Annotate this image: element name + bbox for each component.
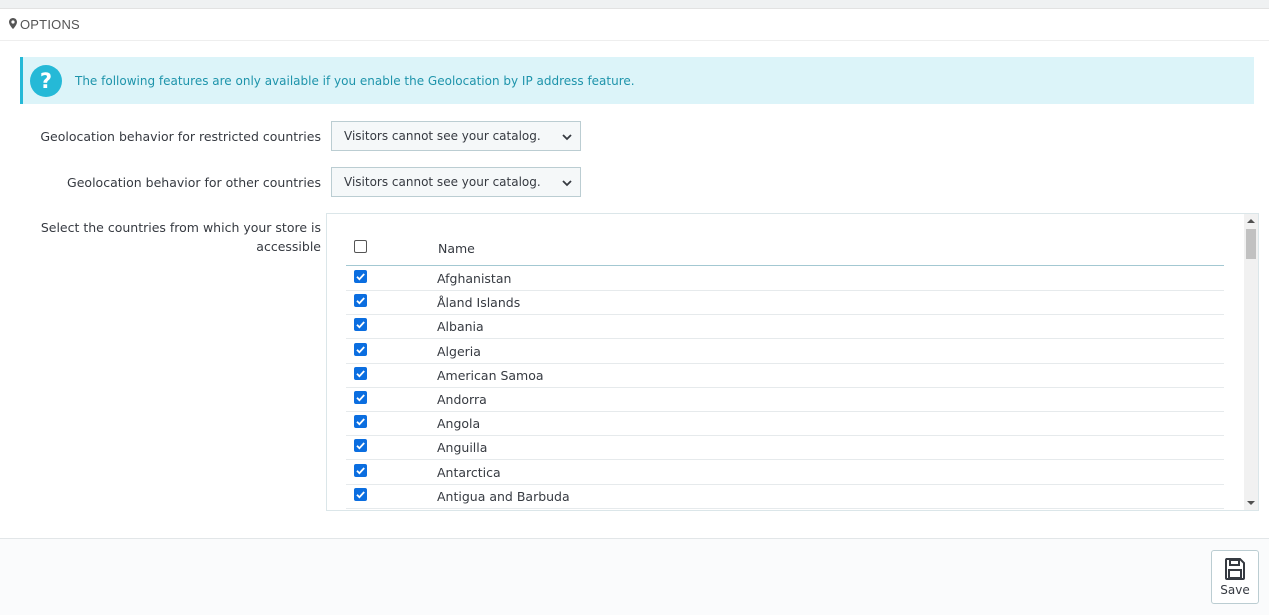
country-checkbox[interactable] <box>354 463 367 477</box>
country-checkbox[interactable] <box>354 487 367 501</box>
table-row: Andorra <box>346 388 1224 412</box>
restricted-countries-select[interactable]: Visitors cannot see your catalog. <box>331 121 581 151</box>
panel-heading: OPTIONS <box>0 9 1269 41</box>
table-header: Name <box>346 214 1224 266</box>
table-row: Åland Islands <box>346 291 1224 316</box>
table-row: Angola <box>346 412 1224 437</box>
alert-text: The following features are only availabl… <box>75 73 635 88</box>
table-row: Antigua and Barbuda <box>346 485 1224 509</box>
table-row: Albania <box>346 315 1224 340</box>
table-row: Afghanistan <box>346 267 1224 291</box>
options-panel: OPTIONS ? The following features are onl… <box>0 8 1269 615</box>
scrollbar-thumb[interactable] <box>1246 229 1256 259</box>
country-name: Anguilla <box>437 440 488 456</box>
country-checkbox[interactable] <box>354 415 367 429</box>
country-checkbox[interactable] <box>354 366 367 380</box>
restricted-countries-label: Geolocation behavior for restricted coun… <box>40 129 321 144</box>
save-button-label: Save <box>1220 583 1250 597</box>
restricted-countries-value: Visitors cannot see your catalog. <box>344 129 541 143</box>
other-countries-label: Geolocation behavior for other countries <box>67 175 321 190</box>
select-all-checkbox[interactable] <box>354 240 367 253</box>
country-name: Andorra <box>437 392 487 407</box>
panel-footer: Save <box>0 538 1269 615</box>
info-alert: ? The following features are only availa… <box>20 57 1254 104</box>
country-name: Antarctica <box>437 464 501 480</box>
country-checkbox[interactable] <box>354 294 367 308</box>
floppy-disk-icon <box>1225 558 1245 580</box>
country-checkbox[interactable] <box>354 318 367 332</box>
map-marker-icon <box>9 17 17 32</box>
country-name: Albania <box>437 319 484 335</box>
country-checkbox[interactable] <box>354 270 367 283</box>
scroll-up-arrow-icon[interactable] <box>1247 218 1255 224</box>
country-name: American Samoa <box>437 367 544 383</box>
save-button[interactable]: Save <box>1211 550 1259 604</box>
table-row: American Samoa <box>346 364 1224 388</box>
chevron-down-icon <box>562 131 572 141</box>
country-name: Algeria <box>437 343 481 359</box>
country-checkbox[interactable] <box>354 342 367 356</box>
country-checkbox[interactable] <box>354 439 367 453</box>
country-name: Afghanistan <box>437 271 512 286</box>
table-row: Anguilla <box>346 436 1224 461</box>
country-name: Angola <box>437 416 481 432</box>
country-checkbox[interactable] <box>354 391 367 404</box>
other-countries-select[interactable]: Visitors cannot see your catalog. <box>331 167 581 197</box>
table-row: Algeria <box>346 340 1224 364</box>
country-name: Åland Islands <box>437 295 521 311</box>
countries-label: Select the countries from which your sto… <box>40 220 321 254</box>
chevron-down-icon <box>562 177 572 187</box>
table-row: Antarctica <box>346 461 1224 485</box>
column-header-name: Name <box>438 241 475 256</box>
other-countries-value: Visitors cannot see your catalog. <box>344 175 541 189</box>
question-icon: ? <box>30 64 62 97</box>
countries-table: Name Afghanistan Åland Islands Albania Alge… <box>326 213 1259 511</box>
panel-title: OPTIONS <box>20 17 80 32</box>
vertical-scrollbar[interactable] <box>1244 214 1258 510</box>
country-name: Antigua and Barbuda <box>437 488 570 504</box>
scroll-down-arrow-icon[interactable] <box>1247 500 1255 506</box>
